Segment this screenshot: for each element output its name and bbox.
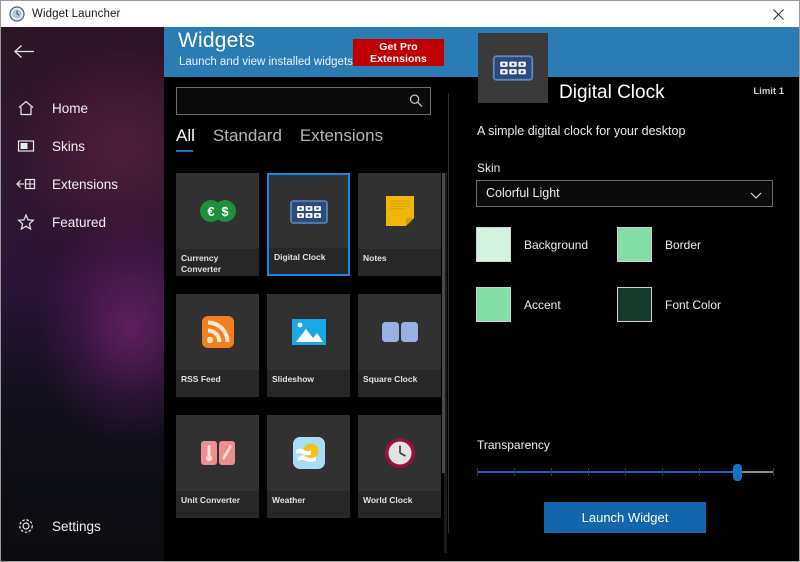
tab-extensions[interactable]: Extensions (300, 126, 383, 152)
swatch-color-box[interactable] (476, 227, 511, 262)
skin-select[interactable]: Colorful Light (476, 180, 773, 207)
tab-standard[interactable]: Standard (213, 126, 282, 152)
gear-icon (15, 515, 37, 537)
swatch-label: Accent (524, 298, 561, 312)
filter-tabs: All Standard Extensions (176, 126, 436, 162)
page-subtitle: Launch and view installed widgets (179, 56, 353, 68)
sidebar-bottom: Settings (1, 507, 164, 545)
sidebar-item-extensions[interactable]: Extensions (1, 165, 164, 203)
currency-icon: € $ (176, 173, 259, 249)
detail-limit-badge: Limit 1 (753, 86, 784, 97)
slider-thumb[interactable] (733, 464, 742, 481)
close-button[interactable] (756, 1, 800, 27)
widget-card-rss-feed[interactable]: RSS Feed (176, 294, 259, 397)
swatch-color-box[interactable] (617, 227, 652, 262)
tab-all[interactable]: All (176, 126, 195, 152)
widget-card-label: Slideshow (267, 370, 350, 397)
grid-scrollbar-track[interactable] (444, 173, 447, 553)
swatch-label: Font Color (665, 298, 721, 312)
widget-card-unit-converter[interactable]: Unit Converter (176, 415, 259, 518)
swatch-font-color[interactable]: Font Color (617, 287, 721, 322)
search-box[interactable] (176, 87, 431, 115)
sidebar-item-label: Home (52, 101, 88, 116)
widget-card-label: World Clock (358, 491, 441, 518)
sidebar-nav: Home Skins Extensions (1, 89, 164, 241)
unit-converter-icon (176, 415, 259, 491)
widget-card-label: Notes (358, 249, 441, 276)
launch-widget-button[interactable]: Launch Widget (544, 502, 706, 533)
skins-icon (15, 135, 37, 157)
swatch-border[interactable]: Border (617, 227, 701, 262)
sidebar-item-label: Featured (52, 215, 106, 230)
weather-icon (267, 415, 350, 491)
svg-text:$: $ (221, 204, 229, 219)
detail-description: A simple digital clock for your desktop (477, 124, 685, 138)
detail-widget-icon (478, 33, 548, 103)
skin-select-value: Colorful Light (486, 186, 560, 200)
widget-browser: All Standard Extensions € $ Currency Con… (164, 77, 449, 562)
swatch-color-box[interactable] (617, 287, 652, 322)
search-input[interactable] (177, 88, 402, 114)
notes-icon (358, 173, 441, 249)
swatch-label: Border (665, 238, 701, 252)
widget-detail-panel: Digital Clock Limit 1 A simple digital c… (449, 77, 800, 562)
page-title: Widgets (178, 29, 255, 53)
square-clock-icon (358, 294, 441, 370)
chevron-down-icon (749, 188, 763, 202)
widget-card-square-clock[interactable]: Square Clock (358, 294, 441, 397)
sidebar: Home Skins Extensions (1, 27, 164, 562)
widget-card-weather[interactable]: Weather (267, 415, 350, 518)
swatch-accent[interactable]: Accent (476, 287, 561, 322)
widget-card-world-clock[interactable]: World Clock (358, 415, 441, 518)
swatch-label: Background (524, 238, 588, 252)
search-icon[interactable] (408, 93, 424, 109)
sidebar-item-skins[interactable]: Skins (1, 127, 164, 165)
detail-title: Digital Clock (559, 82, 665, 104)
widget-card-currency-converter[interactable]: € $ Currency Converter (176, 173, 259, 276)
widget-card-notes[interactable]: Notes (358, 173, 441, 276)
widget-card-digital-clock[interactable]: Digital Clock (267, 173, 350, 276)
clock-icon (9, 6, 25, 22)
transparency-slider[interactable] (477, 462, 774, 482)
skin-label: Skin (477, 161, 500, 175)
widget-card-label: Square Clock (358, 370, 441, 397)
sidebar-item-featured[interactable]: Featured (1, 203, 164, 241)
widget-launcher-window: Widget Launcher Home Skins (0, 0, 800, 562)
transparency-label: Transparency (477, 438, 550, 452)
sidebar-item-settings[interactable]: Settings (1, 507, 164, 545)
rss-icon (176, 294, 259, 370)
svg-text:€: € (207, 204, 214, 219)
digital-clock-icon (269, 175, 348, 249)
title-bar: Widget Launcher (1, 1, 800, 27)
widget-card-slideshow[interactable]: Slideshow (267, 294, 350, 397)
extensions-icon (15, 173, 37, 195)
widget-card-label: Digital Clock (269, 248, 348, 274)
grid-scrollbar-thumb[interactable] (442, 173, 445, 473)
sidebar-item-home[interactable]: Home (1, 89, 164, 127)
star-icon (15, 211, 37, 233)
sidebar-item-label: Skins (52, 139, 85, 154)
world-clock-icon (358, 415, 441, 491)
widget-card-label: Weather (267, 491, 350, 518)
get-pro-extensions-button[interactable]: Get Pro Extensions (353, 39, 444, 66)
widget-grid: € $ Currency Converter (176, 173, 444, 555)
slideshow-icon (267, 294, 350, 370)
sidebar-item-label: Extensions (52, 177, 118, 192)
home-icon (15, 97, 37, 119)
back-button[interactable] (1, 31, 47, 71)
window-title: Widget Launcher (32, 8, 120, 20)
widget-card-label: Unit Converter (176, 491, 259, 518)
widget-card-label: RSS Feed (176, 370, 259, 397)
sidebar-item-label: Settings (52, 519, 101, 534)
widget-card-label: Currency Converter (176, 249, 259, 276)
swatch-color-box[interactable] (476, 287, 511, 322)
swatch-background[interactable]: Background (476, 227, 588, 262)
